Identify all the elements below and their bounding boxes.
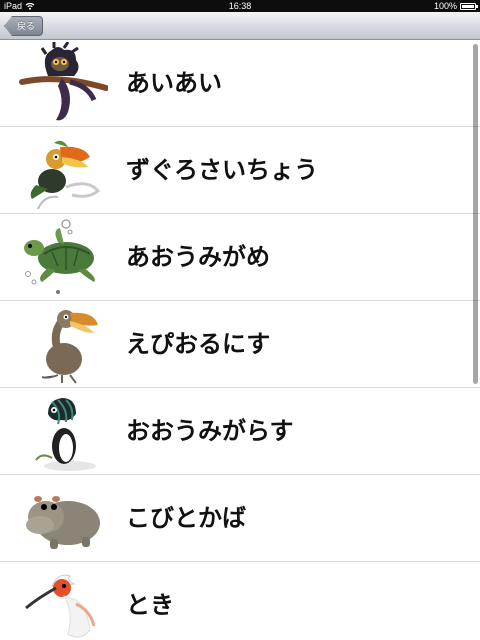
list-item-aye-aye[interactable]: あいあい <box>0 40 480 127</box>
scrollbar[interactable] <box>473 44 478 384</box>
list-item-label: とき <box>126 591 174 619</box>
battery-status: 100% <box>433 0 478 12</box>
pygmy-hippo-icon <box>18 477 108 559</box>
animal-list: あいあい ずぐろさいちょう あおうみがめ えぴおるにす おおうみがらす こびとか… <box>0 40 480 640</box>
list-item-crested-ibis[interactable]: とき <box>0 562 480 640</box>
list-item-label: ずぐろさいちょう <box>126 156 318 184</box>
list-item-hornbill[interactable]: ずぐろさいちょう <box>0 127 480 214</box>
list-item-label: あいあい <box>126 69 222 97</box>
sea-turtle-icon <box>18 216 108 298</box>
list-item-sea-turtle[interactable]: あおうみがめ <box>0 214 480 301</box>
list-item-great-auk[interactable]: おおうみがらす <box>0 388 480 475</box>
aepyornis-icon <box>18 303 108 385</box>
hornbill-icon <box>18 129 108 211</box>
crested-ibis-icon <box>18 564 108 640</box>
battery-icon <box>460 2 478 10</box>
navigation-bar: 戻る <box>0 12 480 40</box>
list-item-aepyornis[interactable]: えぴおるにす <box>0 301 480 388</box>
status-bar: iPad 16:38 100% <box>0 0 480 12</box>
back-button[interactable]: 戻る <box>4 16 44 36</box>
list-item-pygmy-hippo[interactable]: こびとかば <box>0 475 480 562</box>
list-item-label: おおうみがらす <box>126 417 294 445</box>
list-item-label: あおうみがめ <box>126 243 270 271</box>
great-auk-icon <box>18 390 108 472</box>
battery-fill <box>462 4 474 8</box>
battery-percent: 100% <box>433 1 457 11</box>
aye-aye-icon <box>18 42 108 124</box>
list-item-label: えぴおるにす <box>126 330 271 358</box>
list-item-label: こびとかば <box>126 504 246 532</box>
status-time: 16:38 <box>228 1 252 11</box>
